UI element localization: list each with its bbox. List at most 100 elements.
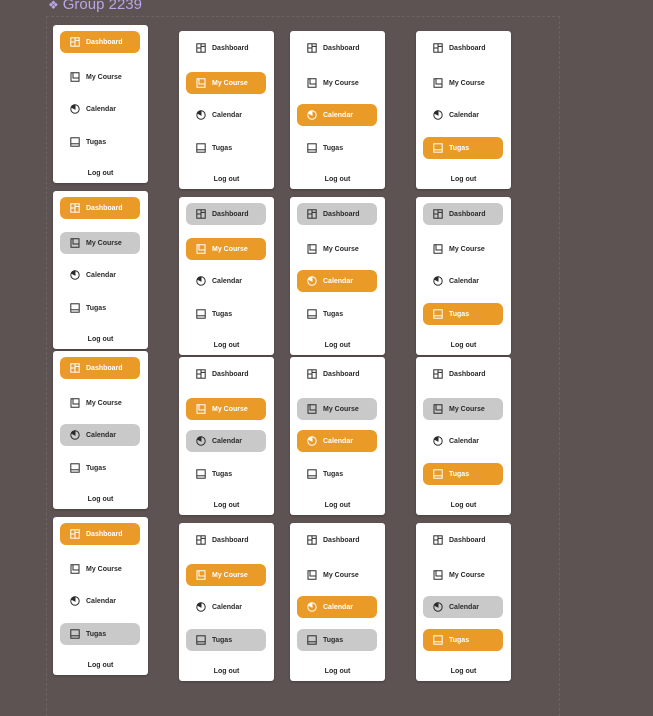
- logout-button[interactable]: Log out: [179, 668, 274, 675]
- nav-item-my-course[interactable]: My Course: [297, 564, 377, 586]
- nav-item-calendar[interactable]: Calendar: [186, 596, 266, 618]
- sidebar-card: Dashboard My Course Calendar Tugas Log out: [416, 31, 511, 189]
- nav-item-my-course[interactable]: My Course: [297, 238, 377, 260]
- calendar-icon: [307, 436, 317, 446]
- nav-item-tugas[interactable]: Tugas: [186, 629, 266, 651]
- nav-item-calendar[interactable]: Calendar: [60, 590, 140, 612]
- logout-button[interactable]: Log out: [290, 668, 385, 675]
- nav-item-calendar[interactable]: Calendar: [423, 104, 503, 126]
- sidebar-card: Dashboard My Course Calendar Tugas Log out: [416, 357, 511, 515]
- nav-item-my-course[interactable]: My Course: [423, 72, 503, 94]
- logout-button[interactable]: Log out: [53, 170, 148, 177]
- nav-item-tugas[interactable]: Tugas: [297, 629, 377, 651]
- nav-item-tugas[interactable]: Tugas: [60, 131, 140, 153]
- nav-item-my-course[interactable]: My Course: [60, 66, 140, 88]
- nav-item-my-course[interactable]: My Course: [423, 398, 503, 420]
- tasks-icon: [433, 469, 443, 479]
- nav-item-dashboard[interactable]: Dashboard: [60, 197, 140, 219]
- nav-item-tugas[interactable]: Tugas: [60, 297, 140, 319]
- nav-item-my-course[interactable]: My Course: [186, 72, 266, 94]
- nav-item-calendar[interactable]: Calendar: [297, 270, 377, 292]
- nav-item-calendar[interactable]: Calendar: [60, 264, 140, 286]
- nav-item-tugas[interactable]: Tugas: [297, 137, 377, 159]
- nav-item-label: Tugas: [449, 144, 470, 152]
- logout-button[interactable]: Log out: [416, 502, 511, 509]
- nav-item-calendar[interactable]: Calendar: [186, 430, 266, 452]
- logout-button[interactable]: Log out: [179, 176, 274, 183]
- nav-item-dashboard[interactable]: Dashboard: [186, 363, 266, 385]
- nav-item-my-course[interactable]: My Course: [60, 392, 140, 414]
- book-icon: [433, 78, 443, 88]
- sidebar-card: Dashboard My Course Calendar Tugas Log out: [290, 31, 385, 189]
- nav-item-tugas[interactable]: Tugas: [186, 463, 266, 485]
- nav-item-dashboard[interactable]: Dashboard: [297, 203, 377, 225]
- nav-item-my-course[interactable]: My Course: [60, 558, 140, 580]
- nav-item-calendar[interactable]: Calendar: [297, 104, 377, 126]
- nav-item-calendar[interactable]: Calendar: [186, 270, 266, 292]
- logout-button[interactable]: Log out: [53, 662, 148, 669]
- nav-item-dashboard[interactable]: Dashboard: [186, 203, 266, 225]
- nav-item-my-course[interactable]: My Course: [186, 564, 266, 586]
- logout-button[interactable]: Log out: [290, 502, 385, 509]
- logout-button[interactable]: Log out: [290, 176, 385, 183]
- nav-item-label: Dashboard: [212, 370, 249, 378]
- nav-item-calendar[interactable]: Calendar: [423, 596, 503, 618]
- nav-item-tugas[interactable]: Tugas: [423, 629, 503, 651]
- frame-label[interactable]: ❖ Group 2239: [48, 0, 142, 13]
- nav-item-calendar[interactable]: Calendar: [297, 430, 377, 452]
- nav-item-dashboard[interactable]: Dashboard: [60, 523, 140, 545]
- tasks-icon: [70, 303, 80, 313]
- calendar-icon: [196, 276, 206, 286]
- logout-button[interactable]: Log out: [416, 342, 511, 349]
- logout-button[interactable]: Log out: [53, 336, 148, 343]
- nav-item-my-course[interactable]: My Course: [60, 232, 140, 254]
- nav-item-label: Tugas: [212, 470, 233, 478]
- nav-item-calendar[interactable]: Calendar: [60, 424, 140, 446]
- sidebar-card: Dashboard My Course Calendar Tugas Log out: [179, 197, 274, 355]
- nav-item-dashboard[interactable]: Dashboard: [297, 363, 377, 385]
- nav-item-my-course[interactable]: My Course: [186, 238, 266, 260]
- nav-item-calendar[interactable]: Calendar: [297, 596, 377, 618]
- nav-item-dashboard[interactable]: Dashboard: [423, 529, 503, 551]
- nav-item-label: Dashboard: [449, 370, 486, 378]
- nav-item-dashboard[interactable]: Dashboard: [423, 363, 503, 385]
- nav-item-label: Dashboard: [212, 44, 249, 52]
- nav-item-dashboard[interactable]: Dashboard: [423, 37, 503, 59]
- logout-button[interactable]: Log out: [179, 502, 274, 509]
- nav-item-calendar[interactable]: Calendar: [423, 430, 503, 452]
- nav-item-tugas[interactable]: Tugas: [423, 303, 503, 325]
- logout-button[interactable]: Log out: [53, 496, 148, 503]
- nav-item-label: My Course: [449, 405, 485, 413]
- nav-item-tugas[interactable]: Tugas: [60, 623, 140, 645]
- nav-item-tugas[interactable]: Tugas: [297, 303, 377, 325]
- nav-item-dashboard[interactable]: Dashboard: [186, 37, 266, 59]
- nav-item-dashboard[interactable]: Dashboard: [60, 357, 140, 379]
- nav-item-my-course[interactable]: My Course: [297, 398, 377, 420]
- logout-button[interactable]: Log out: [416, 176, 511, 183]
- nav-item-tugas[interactable]: Tugas: [186, 303, 266, 325]
- nav-item-tugas[interactable]: Tugas: [423, 463, 503, 485]
- nav-item-calendar[interactable]: Calendar: [60, 98, 140, 120]
- nav-item-tugas[interactable]: Tugas: [297, 463, 377, 485]
- nav-item-my-course[interactable]: My Course: [186, 398, 266, 420]
- nav-item-tugas[interactable]: Tugas: [423, 137, 503, 159]
- nav-item-calendar[interactable]: Calendar: [186, 104, 266, 126]
- nav-item-tugas[interactable]: Tugas: [186, 137, 266, 159]
- dashboard-icon: [70, 363, 80, 373]
- nav-item-dashboard[interactable]: Dashboard: [423, 203, 503, 225]
- logout-button[interactable]: Log out: [416, 668, 511, 675]
- nav-item-my-course[interactable]: My Course: [297, 72, 377, 94]
- logout-button[interactable]: Log out: [290, 342, 385, 349]
- nav-item-tugas[interactable]: Tugas: [60, 457, 140, 479]
- nav-item-dashboard[interactable]: Dashboard: [186, 529, 266, 551]
- nav-item-calendar[interactable]: Calendar: [423, 270, 503, 292]
- nav-item-my-course[interactable]: My Course: [423, 238, 503, 260]
- nav-item-dashboard[interactable]: Dashboard: [297, 37, 377, 59]
- logout-button[interactable]: Log out: [179, 342, 274, 349]
- nav-item-label: Calendar: [86, 105, 116, 113]
- nav-item-label: Dashboard: [212, 536, 249, 544]
- nav-item-dashboard[interactable]: Dashboard: [297, 529, 377, 551]
- nav-item-my-course[interactable]: My Course: [423, 564, 503, 586]
- nav-item-label: Dashboard: [86, 38, 123, 46]
- nav-item-dashboard[interactable]: Dashboard: [60, 31, 140, 53]
